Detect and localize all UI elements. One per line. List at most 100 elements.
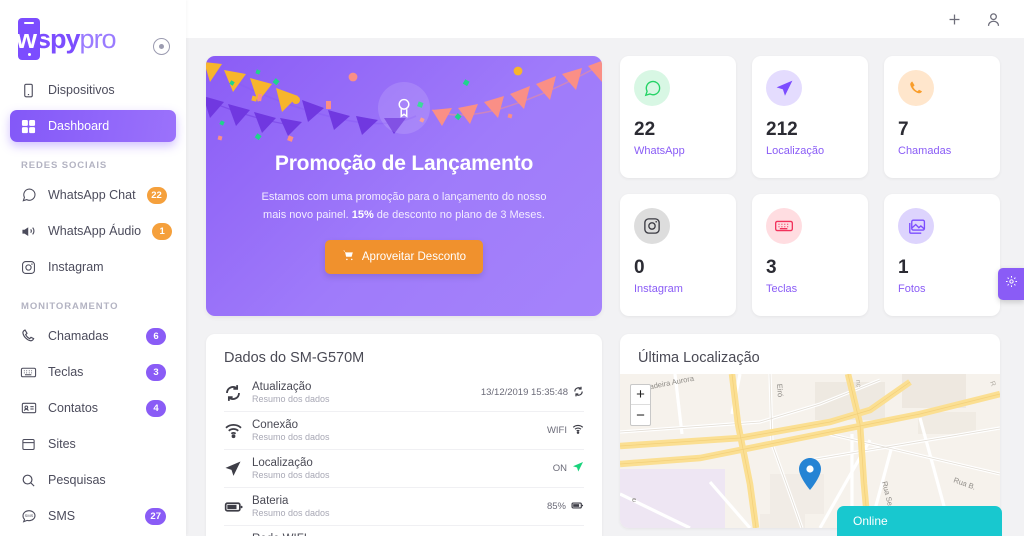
right-column: 22 WhatsApp 212 Localização 7 Chamadas 0… <box>620 56 1000 536</box>
stat-card-instagram[interactable]: 0 Instagram <box>620 194 736 316</box>
sidebar-item-contatos[interactable]: Contatos 4 <box>10 392 176 424</box>
stat-card-chamadas[interactable]: 7 Chamadas <box>884 56 1000 178</box>
whatsapp-icon <box>634 70 670 106</box>
refresh-icon[interactable] <box>573 386 584 400</box>
left-column: Promoção de Lançamento Estamos com uma p… <box>206 56 602 536</box>
sms-icon: SMS <box>20 508 37 525</box>
device-card-title: Dados do SM-G570M <box>224 350 365 366</box>
sidebar-item-label: Dispositivos <box>48 83 115 97</box>
data-row-desc: Resumo dos dados <box>252 394 330 404</box>
user-icon[interactable] <box>985 11 1002 28</box>
promo-highlight: 15% <box>351 209 374 222</box>
stat-value: 22 <box>634 119 656 140</box>
data-row-value-text: 85% <box>546 501 566 512</box>
logo-text-pro: pro <box>79 23 117 54</box>
sidebar-item-sites[interactable]: Sites <box>10 428 176 460</box>
data-row-desc: Resumo dos dados <box>252 508 330 518</box>
svg-text:Eiró: Eiró <box>775 384 785 398</box>
sidebar-item-chamadas[interactable]: Chamadas 6 <box>10 320 176 352</box>
chat-widget-label: Online <box>853 514 888 528</box>
last-location-card: Última Localização Ladeira Aurora Eiró n… <box>620 334 1000 528</box>
stat-value: 1 <box>898 257 909 278</box>
instagram-icon <box>634 208 670 244</box>
speaker-icon <box>20 223 37 240</box>
stat-label: Teclas <box>766 283 798 295</box>
sidebar: wspypro Dispositivos Dashboard REDES SOC… <box>0 0 186 536</box>
chat-widget[interactable]: Online <box>837 506 1002 536</box>
data-row-localizacao: Localização Resumo dos dados ON <box>224 450 584 488</box>
stat-card-whatsapp[interactable]: 22 WhatsApp <box>620 56 736 178</box>
map-canvas[interactable]: Ladeira Aurora Eiró nc Rua B. Rua Se R e… <box>620 374 1000 528</box>
sidebar-item-label: Dashboard <box>48 119 110 133</box>
target-icon[interactable] <box>153 38 170 55</box>
sidebar-item-teclas[interactable]: Teclas 3 <box>10 356 176 388</box>
sidebar-item-dispositivos[interactable]: Dispositivos <box>10 74 176 106</box>
logo-text-w: w <box>16 23 37 54</box>
svg-text:e: e <box>632 495 636 504</box>
cart-icon <box>342 249 355 265</box>
grid-icon <box>20 118 37 135</box>
keyboard-icon <box>766 208 802 244</box>
data-row-rede-wifi: Rede WIFI Nome da Rede WIFI WT <box>224 526 584 536</box>
wifi-icon <box>224 421 252 440</box>
data-row-value: ON <box>553 461 584 476</box>
data-row-value: WIFI <box>547 423 584 438</box>
sidebar-badge: 27 <box>145 507 166 525</box>
map-pin-marker[interactable] <box>798 458 822 495</box>
sidebar-item-whatsapp-audio[interactable]: WhatsApp Áudio 1 <box>10 215 176 247</box>
send-icon <box>572 461 584 476</box>
sidebar-item-whatsapp-chat[interactable]: WhatsApp Chat 22 <box>10 179 176 211</box>
map-zoom-controls[interactable]: + − <box>630 384 651 426</box>
promo-title: Promoção de Lançamento <box>274 152 534 175</box>
refresh-icon <box>224 384 252 402</box>
zoom-in-button[interactable]: + <box>631 385 650 405</box>
stat-label: Chamadas <box>898 145 952 157</box>
aproveitar-desconto-button[interactable]: Aproveitar Desconto <box>324 240 484 275</box>
promo-text-2: de desconto no plano de 3 Meses. <box>373 209 545 222</box>
sidebar-item-pesquisas[interactable]: Pesquisas <box>10 464 176 496</box>
dashboard-content: Promoção de Lançamento Estamos com uma p… <box>186 38 1024 536</box>
window-icon <box>20 436 37 453</box>
promo-banner: Promoção de Lançamento Estamos com uma p… <box>206 56 602 316</box>
settings-side-tab[interactable] <box>998 268 1024 300</box>
sidebar-item-label: Instagram <box>48 260 104 274</box>
data-row-conexao: Conexão Resumo dos dados WIFI <box>224 412 584 450</box>
topbar <box>186 0 1024 38</box>
phone-icon <box>20 82 37 99</box>
data-row-name: Conexão <box>252 419 299 431</box>
main-area: Promoção de Lançamento Estamos com uma p… <box>186 0 1024 536</box>
data-row-value-text: 13/12/2019 15:35:48 <box>480 387 568 398</box>
data-row-atualizacao: Atualização Resumo dos dados 13/12/2019 … <box>224 374 584 412</box>
stat-card-fotos[interactable]: 1 Fotos <box>884 194 1000 316</box>
stat-label: Localização <box>766 145 825 157</box>
sidebar-badge: 1 <box>152 222 173 240</box>
sidebar-nav: Dispositivos Dashboard REDES SOCIAIS Wha… <box>0 64 186 536</box>
sidebar-item-label: WhatsApp Chat <box>48 188 136 202</box>
battery-icon <box>224 497 252 517</box>
sidebar-item-label: Contatos <box>48 401 99 415</box>
stat-label: Instagram <box>634 283 683 295</box>
sidebar-section-redes-sociais: REDES SOCIAIS <box>21 160 108 171</box>
data-row-name: Atualização <box>252 381 312 393</box>
gear-icon <box>1005 275 1018 293</box>
data-row-value-text: WIFI <box>546 425 567 436</box>
plus-icon[interactable] <box>946 11 963 28</box>
sidebar-item-label: Chamadas <box>48 329 109 343</box>
sidebar-item-dashboard[interactable]: Dashboard <box>10 110 176 142</box>
stat-card-teclas[interactable]: 3 Teclas <box>752 194 868 316</box>
promo-button-label: Aproveitar Desconto <box>361 251 467 264</box>
logo-text-spy: spy <box>36 23 81 54</box>
brand-logo[interactable]: wspypro <box>0 0 186 64</box>
sidebar-item-label: WhatsApp Áudio <box>48 224 142 238</box>
data-row-desc: Resumo dos dados <box>252 432 330 442</box>
sidebar-item-label: Teclas <box>48 365 84 379</box>
sidebar-badge: 22 <box>146 186 167 204</box>
stat-card-localizacao[interactable]: 212 Localização <box>752 56 868 178</box>
stat-value: 7 <box>898 119 909 140</box>
sidebar-item-instagram[interactable]: Instagram <box>10 251 176 283</box>
svg-text:SMS: SMS <box>24 513 33 518</box>
zoom-out-button[interactable]: − <box>631 405 650 425</box>
sidebar-badge: 3 <box>146 363 166 381</box>
data-row-value: 13/12/2019 15:35:48 <box>481 386 584 400</box>
sidebar-item-sms[interactable]: SMS SMS 27 <box>10 500 176 532</box>
